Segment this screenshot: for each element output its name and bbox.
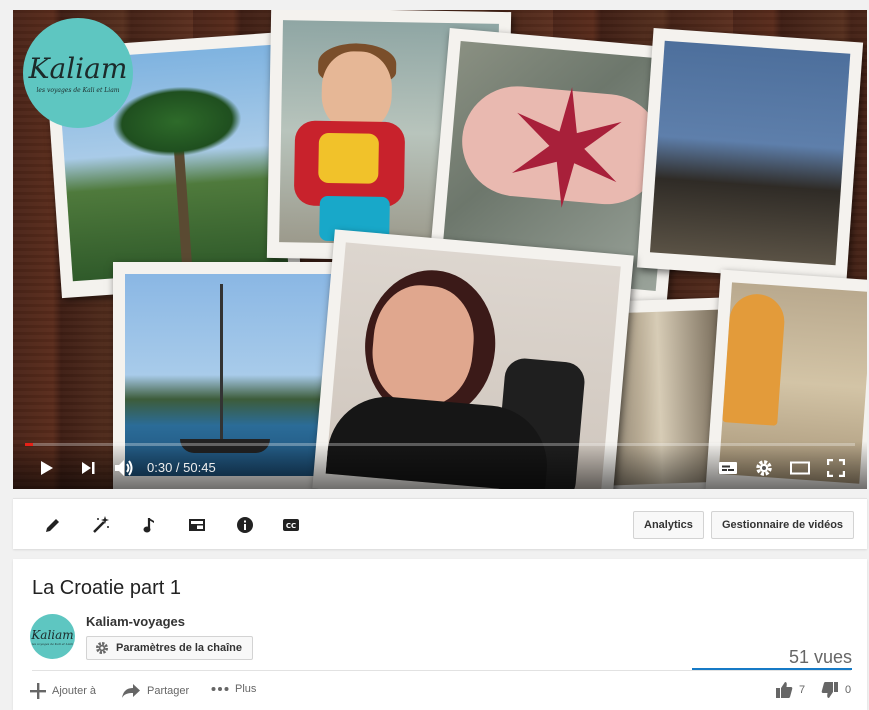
time-separator: / xyxy=(172,460,184,475)
subtitles-button[interactable] xyxy=(715,455,741,481)
next-button[interactable] xyxy=(75,455,101,481)
share-icon xyxy=(122,684,140,698)
info-cards-button[interactable] xyxy=(233,513,257,537)
share-button[interactable]: Partager xyxy=(121,683,189,699)
volume-icon xyxy=(115,460,133,476)
progress-bar[interactable] xyxy=(25,443,855,446)
annotations-button[interactable] xyxy=(185,513,209,537)
theater-mode-button[interactable] xyxy=(787,455,813,481)
video-player[interactable]: ✶ Kaliam les voyages de Kali et Liam 0:3… xyxy=(13,10,867,489)
photo-rocky-coast xyxy=(636,27,864,283)
thumbs-down-icon xyxy=(821,682,838,698)
video-manager-button[interactable]: Gestionnaire de vidéos xyxy=(711,511,855,539)
svg-text:CC: CC xyxy=(286,522,296,530)
audio-button[interactable] xyxy=(137,513,161,537)
avatar-logo-tagline: les voyages de Kali et Liam xyxy=(31,641,74,646)
like-count: 7 xyxy=(799,684,806,696)
duration: 50:45 xyxy=(183,460,216,475)
channel-settings-label: Paramètres de la chaîne xyxy=(116,642,242,654)
channel-settings-button[interactable]: Paramètres de la chaîne xyxy=(86,636,253,660)
gear-icon xyxy=(95,641,109,655)
add-to-label: Ajouter à xyxy=(52,685,97,697)
analytics-button[interactable]: Analytics xyxy=(633,511,704,539)
magic-wand-icon xyxy=(93,516,109,533)
enhancements-button[interactable] xyxy=(89,513,113,537)
fullscreen-icon xyxy=(827,459,845,477)
channel-name[interactable]: Kaliam-voyages xyxy=(86,614,185,629)
progress-played xyxy=(25,443,33,446)
more-label: Plus xyxy=(235,683,257,695)
time-display: 0:30 / 50:45 xyxy=(147,460,216,475)
avatar-logo-word: Kaliam xyxy=(31,627,74,642)
player-controls: 0:30 / 50:45 xyxy=(13,441,867,489)
logo-tagline: les voyages de Kali et Liam xyxy=(36,87,120,94)
share-label: Partager xyxy=(147,685,190,697)
music-note-icon xyxy=(143,518,154,533)
gear-icon xyxy=(756,460,772,476)
info-icon xyxy=(237,517,253,533)
view-count: 51 vues xyxy=(788,647,852,667)
annotations-icon xyxy=(189,519,205,531)
edit-button[interactable] xyxy=(41,513,65,537)
skip-next-icon xyxy=(82,462,95,474)
settings-button[interactable] xyxy=(751,455,777,481)
pencil-icon xyxy=(46,519,59,532)
closed-captions-icon: CC xyxy=(283,519,299,531)
fullscreen-button[interactable] xyxy=(823,455,849,481)
more-button[interactable]: Plus xyxy=(211,683,256,695)
dislike-count: 0 xyxy=(845,684,852,696)
current-time: 0:30 xyxy=(147,460,173,475)
thumbs-up-icon xyxy=(776,682,793,698)
theater-mode-icon xyxy=(790,461,810,475)
creator-toolbar: CC Analytics Gestionnaire de vidéos xyxy=(13,498,867,549)
add-to-button[interactable]: Ajouter à xyxy=(30,683,96,699)
subtitles-icon xyxy=(719,462,737,474)
play-icon xyxy=(41,461,53,475)
more-dots-icon xyxy=(211,687,229,691)
kaliam-logo: Kaliam les voyages de Kali et Liam xyxy=(23,18,133,128)
logo-word: Kaliam xyxy=(28,52,128,85)
video-info-card: La Croatie part 1 Kaliam les voyages de … xyxy=(13,559,867,710)
channel-avatar[interactable]: Kaliam les voyages de Kali et Liam xyxy=(30,614,75,659)
play-button[interactable] xyxy=(33,455,59,481)
volume-button[interactable] xyxy=(111,455,137,481)
divider xyxy=(32,670,851,671)
dislike-button[interactable]: 0 xyxy=(821,681,851,699)
captions-button[interactable]: CC xyxy=(279,513,303,537)
like-button[interactable]: 7 xyxy=(775,681,805,699)
plus-icon xyxy=(30,683,46,699)
video-title: La Croatie part 1 xyxy=(32,577,181,599)
